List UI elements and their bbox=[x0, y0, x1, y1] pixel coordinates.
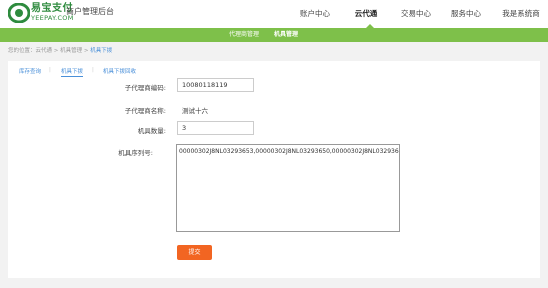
serial-number-label: 机具序列号: bbox=[118, 149, 153, 157]
nav-system-merchant[interactable]: 我是系统商 bbox=[498, 0, 544, 28]
submit-button[interactable]: 提交 bbox=[177, 245, 212, 260]
breadcrumb: 您的位置：云代通 > 机具管理 > 机具下拨 bbox=[8, 46, 112, 54]
subnav-device-management[interactable]: 机具管理 bbox=[274, 28, 298, 42]
tab-separator: | bbox=[49, 67, 51, 73]
quantity-input[interactable]: 3 bbox=[177, 121, 254, 135]
nav-account-center[interactable]: 账户中心 bbox=[297, 0, 333, 28]
tab-device-allocation[interactable]: 机具下拨 bbox=[61, 67, 84, 77]
tab-device-recall[interactable]: 机具下拨回收 bbox=[103, 67, 136, 75]
yeepay-logo-icon bbox=[8, 3, 30, 23]
agent-code-input[interactable]: 10080118119 bbox=[177, 78, 254, 92]
nav-trade-center[interactable]: 交易中心 bbox=[398, 0, 434, 28]
main-panel: 库存查询 | 机具下拨 | 机具下拨回收 子代理商编码: 10080118119… bbox=[8, 61, 540, 278]
agent-code-label: 子代理商编码: bbox=[124, 84, 166, 92]
serial-number-textarea[interactable]: 00000302J8NL03293653,00000302J8NL0329365… bbox=[176, 144, 400, 232]
quantity-label: 机具数量: bbox=[137, 127, 166, 135]
tab-inventory-query[interactable]: 库存查询 bbox=[19, 67, 41, 75]
agent-name-value: 测试十六 bbox=[182, 107, 208, 115]
tab-separator: | bbox=[92, 67, 94, 73]
subnav-agent-management[interactable]: 代理商管理 bbox=[229, 28, 259, 42]
breadcrumb-current: 机具下拨 bbox=[90, 48, 113, 54]
app-title: 商户管理后台 bbox=[66, 7, 114, 16]
breadcrumb-path: 您的位置：云代通 > 机具管理 > bbox=[8, 48, 91, 54]
top-header: 易宝支付 YEEPAY.COM 商户管理后台 账户中心 云代通 交易中心 服务中… bbox=[0, 0, 548, 28]
agent-name-label: 子代理商名称: bbox=[124, 107, 166, 115]
nav-service-center[interactable]: 服务中心 bbox=[448, 0, 484, 28]
sub-navigation: 代理商管理 机具管理 bbox=[0, 28, 548, 42]
